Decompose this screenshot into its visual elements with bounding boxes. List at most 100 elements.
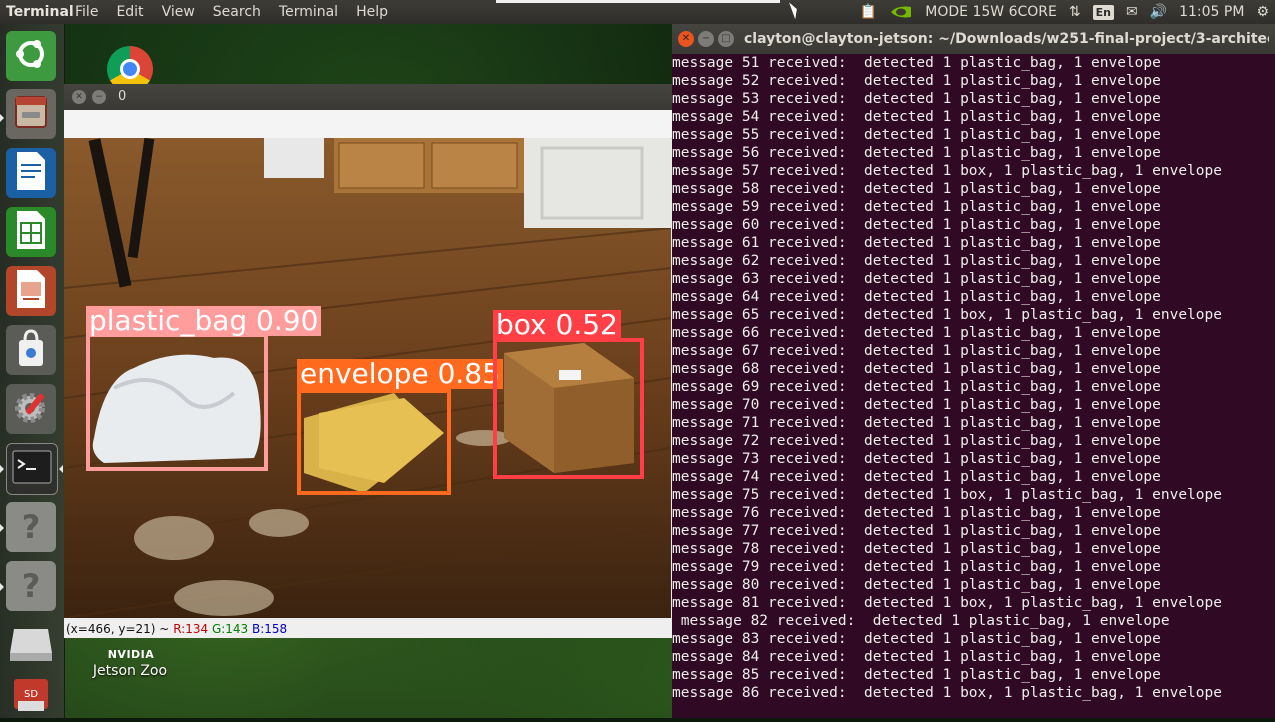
presentation-icon (13, 268, 49, 314)
system-tray: 📋 MODE 15W 6CORE ⇅ En ✉ 🔊 11:05 PM ⚙ (848, 0, 1275, 24)
svg-text:SD: SD (24, 689, 38, 700)
terminal-line: message 54 received: detected 1 plastic_… (672, 109, 1161, 125)
terminal-line: message 84 received: detected 1 plastic_… (672, 649, 1161, 665)
launcher-calc[interactable] (6, 207, 56, 257)
image-window-title: 0 (118, 89, 127, 104)
terminal-line: message 78 received: detected 1 plastic_… (672, 541, 1161, 557)
settings-gear-icon[interactable]: ⚙ (1256, 4, 1269, 20)
power-mode-label[interactable]: MODE 15W 6CORE (925, 4, 1057, 20)
terminal-line: message 80 received: detected 1 plastic_… (672, 577, 1161, 593)
mail-icon[interactable]: ✉ (1126, 4, 1138, 20)
image-statusbar: (x=466, y=21) ~ R:134 G:143 B:158 (64, 620, 686, 638)
terminal-line: message 69 received: detected 1 plastic_… (672, 379, 1161, 395)
terminal-output[interactable]: message 51 received: detected 1 plastic_… (672, 54, 1275, 718)
jetson-zoo-label[interactable]: Jetson Zoo (80, 663, 180, 679)
terminal-line: message 76 received: detected 1 plastic_… (672, 505, 1161, 521)
close-icon[interactable]: ✕ (678, 31, 694, 47)
active-app-title: Terminal (6, 4, 74, 20)
top-panel: Terminal File Edit View Search Terminal … (0, 0, 1275, 24)
launcher-drive[interactable] (6, 620, 56, 670)
terminal-line: message 65 received: detected 1 box, 1 p… (672, 307, 1222, 323)
nvidia-logo-text[interactable]: NVIDIA (90, 648, 172, 661)
terminal-line: message 53 received: detected 1 plastic_… (672, 91, 1161, 107)
sd-card-icon: SD (10, 675, 52, 719)
launcher-system-settings[interactable] (6, 384, 56, 434)
launcher-unknown-app-2[interactable]: ? (6, 561, 56, 611)
launcher-ubuntu-dash[interactable] (6, 31, 56, 81)
launcher-terminal[interactable] (6, 443, 58, 495)
pixel-red-value: R:134 (173, 622, 209, 636)
menu-view[interactable]: View (153, 4, 204, 20)
launcher-files[interactable] (6, 89, 56, 139)
terminal-line: message 66 received: detected 1 plastic_… (672, 325, 1161, 341)
camera-frame[interactable]: plastic_bag 0.90 envelope 0.85 box 0.52 (64, 138, 671, 618)
detection-box-envelope (297, 389, 451, 495)
launcher-sd-card[interactable]: SD (6, 672, 56, 722)
terminal-window: ✕ − □ clayton@clayton-jetson: ~/Download… (672, 24, 1275, 718)
question-icon: ? (21, 508, 41, 546)
minimize-icon[interactable]: − (698, 31, 714, 47)
menu-edit[interactable]: Edit (107, 4, 152, 20)
terminal-line: message 58 received: detected 1 plastic_… (672, 181, 1161, 197)
terminal-line: message 57 received: detected 1 box, 1 p… (672, 163, 1222, 179)
launcher-impress[interactable] (6, 266, 56, 316)
maximize-icon[interactable]: □ (718, 31, 734, 47)
menu-terminal[interactable]: Terminal (270, 4, 347, 20)
terminal-line: message 59 received: detected 1 plastic_… (672, 199, 1161, 215)
launcher-software-center[interactable] (6, 325, 56, 375)
launcher-running-indicator-icon (0, 114, 4, 122)
terminal-titlebar[interactable]: ✕ − □ clayton@clayton-jetson: ~/Download… (672, 24, 1275, 54)
nvidia-icon[interactable] (889, 4, 913, 20)
menu-file[interactable]: File (66, 4, 107, 20)
terminal-line: message 72 received: detected 1 plastic_… (672, 433, 1161, 449)
image-window-toolbar (64, 110, 684, 139)
terminal-line: message 75 received: detected 1 box, 1 p… (672, 487, 1222, 503)
clock[interactable]: 11:05 PM (1179, 4, 1244, 20)
terminal-line: message 83 received: detected 1 plastic_… (672, 631, 1161, 647)
terminal-line: message 77 received: detected 1 plastic_… (672, 523, 1161, 539)
pixel-green-value: G:143 (211, 622, 249, 636)
ubuntu-logo-icon (12, 35, 50, 77)
detection-label-envelope: envelope 0.85 (297, 359, 503, 389)
terminal-line: message 85 received: detected 1 plastic_… (672, 667, 1161, 683)
launcher-writer[interactable] (6, 148, 56, 198)
terminal-line: message 79 received: detected 1 plastic_… (672, 559, 1161, 575)
terminal-line: message 55 received: detected 1 plastic_… (672, 127, 1161, 143)
terminal-line: message 52 received: detected 1 plastic_… (672, 73, 1161, 89)
terminal-icon (12, 450, 52, 488)
terminal-line: message 64 received: detected 1 plastic_… (672, 289, 1161, 305)
terminal-line: message 56 received: detected 1 plastic_… (672, 145, 1161, 161)
terminal-line: message 73 received: detected 1 plastic_… (672, 451, 1161, 467)
terminal-line: message 81 received: detected 1 box, 1 p… (672, 595, 1222, 611)
terminal-line: message 51 received: detected 1 plastic_… (672, 55, 1161, 71)
shopping-bag-icon (13, 328, 49, 372)
image-window-titlebar[interactable]: ✕ − 0 (64, 84, 684, 110)
terminal-line: message 82 received: detected 1 plastic_… (672, 613, 1170, 629)
network-arrows-icon[interactable]: ⇅ (1069, 4, 1081, 20)
window-edge-strip (496, 0, 780, 3)
file-cabinet-icon (11, 92, 51, 136)
terminal-line: message 86 received: detected 1 box, 1 p… (672, 685, 1222, 701)
volume-icon[interactable]: 🔊 (1150, 4, 1167, 20)
clipboard-icon[interactable]: 📋 (860, 4, 877, 20)
menu-search[interactable]: Search (204, 4, 270, 20)
launcher: ? ? SD (0, 24, 65, 718)
detection-box-plastic-bag (86, 333, 268, 471)
terminal-line: message 71 received: detected 1 plastic_… (672, 415, 1161, 431)
menu-help[interactable]: Help (347, 4, 397, 20)
keyboard-language-indicator[interactable]: En (1092, 4, 1114, 20)
detection-box-box (493, 338, 644, 479)
terminal-line: message 61 received: detected 1 plastic_… (672, 235, 1161, 251)
question-icon: ? (21, 567, 41, 605)
document-icon (13, 150, 49, 196)
terminal-line: message 68 received: detected 1 plastic_… (672, 361, 1161, 377)
close-icon[interactable]: ✕ (72, 90, 86, 104)
drive-icon (8, 623, 54, 667)
terminal-line: message 70 received: detected 1 plastic_… (672, 397, 1161, 413)
launcher-running-indicator-icon (0, 524, 4, 532)
launcher-unknown-app-1[interactable]: ? (6, 502, 56, 552)
pixel-blue-value: B:158 (252, 622, 288, 636)
minimize-icon[interactable]: − (92, 90, 106, 104)
terminal-line: message 62 received: detected 1 plastic_… (672, 253, 1161, 269)
launcher-running-indicator-icon (0, 465, 4, 473)
